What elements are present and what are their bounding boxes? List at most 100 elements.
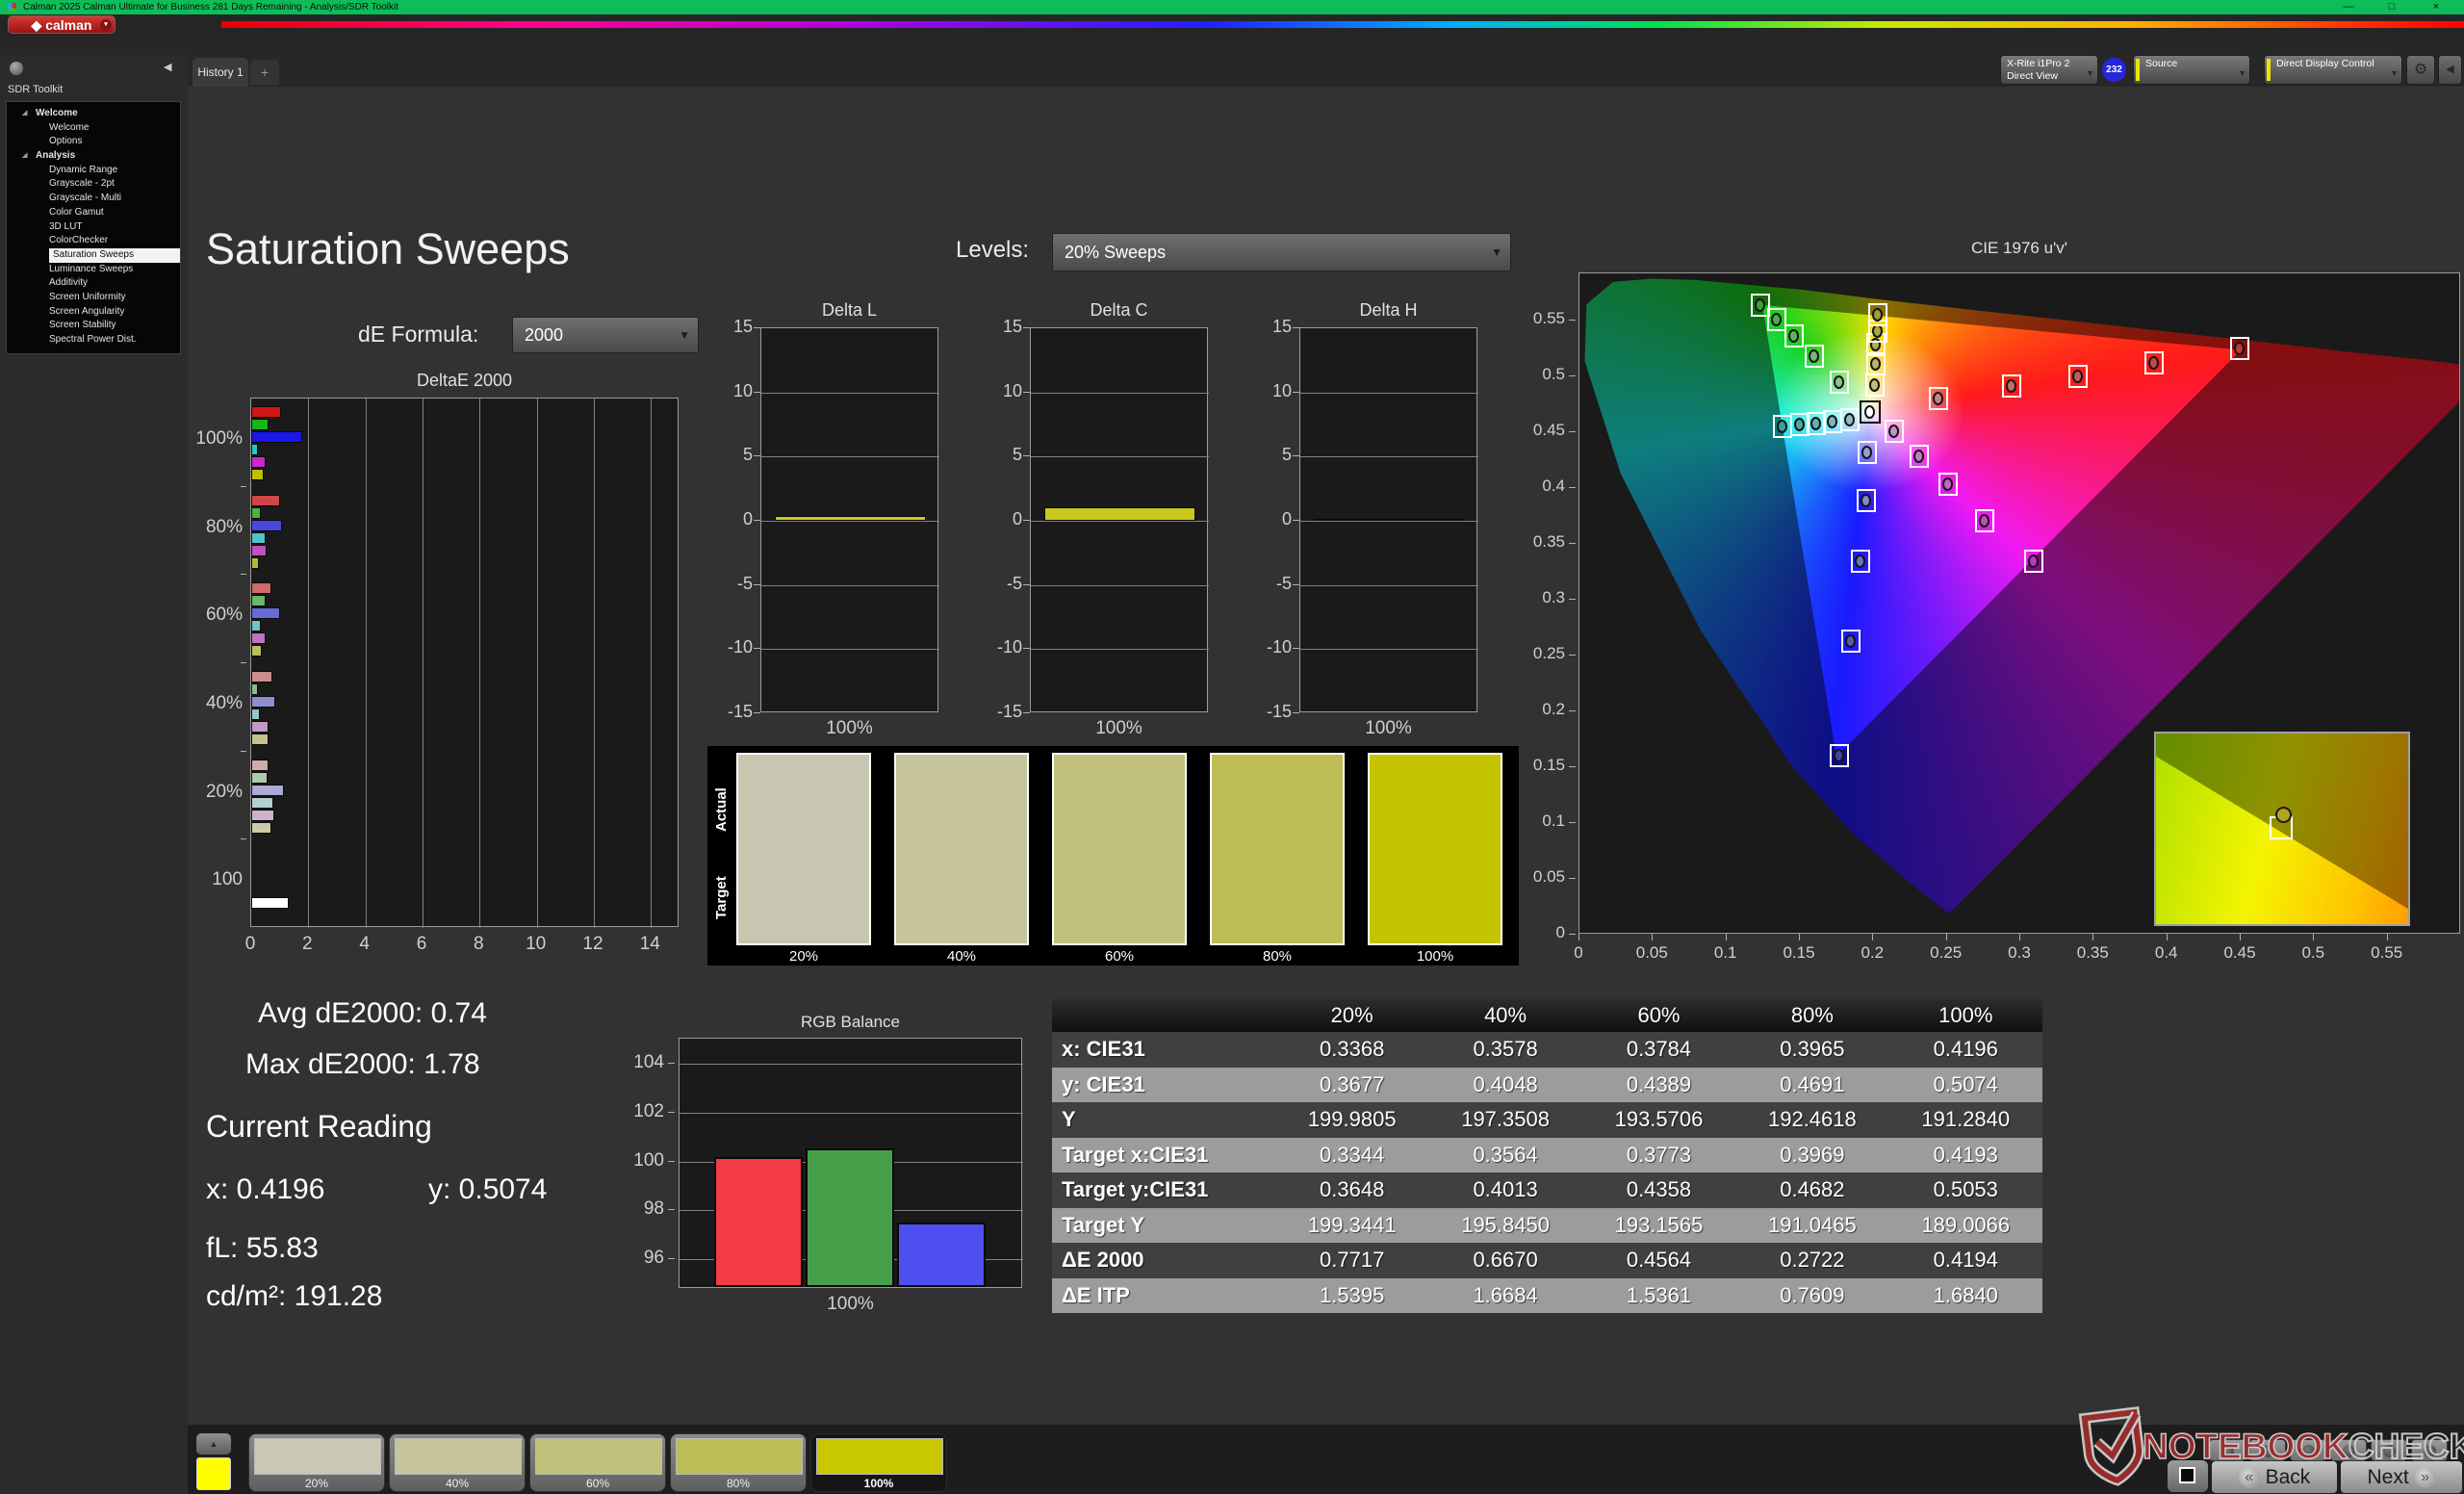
levels-dropdown[interactable]: 20% Sweeps ▼: [1052, 233, 1511, 271]
de-formula-dropdown[interactable]: 2000 ▼: [512, 317, 699, 353]
sidebar-dot-icon[interactable]: [10, 62, 23, 75]
y-tick: [668, 1161, 675, 1162]
x-tick-label: 12: [574, 934, 612, 955]
sidebar-item-grayscale-multi[interactable]: Grayscale - Multi: [7, 192, 180, 206]
y-tick-label: 5: [982, 445, 1022, 465]
cie-point-dot: [1855, 554, 1865, 568]
patch-button-40%[interactable]: 40%: [389, 1433, 526, 1492]
table-cell: 199.3441: [1275, 1213, 1428, 1238]
knob-button-3[interactable]: [2290, 1439, 2326, 1461]
close-button[interactable]: ×: [2422, 0, 2451, 14]
patch-button-100%[interactable]: 100%: [810, 1433, 947, 1492]
table-cell: 0.3965: [1735, 1037, 1888, 1062]
cie-point-dot: [1861, 446, 1872, 459]
reading-fl: fL: 55.83: [206, 1232, 319, 1265]
de-bar-80%-0: [251, 495, 280, 506]
sidebar-item-screen-stability[interactable]: Screen Stability: [7, 319, 180, 333]
gridline: [761, 393, 939, 394]
add-tab-button[interactable]: +: [250, 60, 279, 85]
y-tick-label: 98: [621, 1198, 664, 1220]
sidebar-item-welcome[interactable]: Welcome: [7, 121, 180, 136]
gridline: [537, 399, 538, 928]
y-tick: [241, 838, 246, 839]
table-cell: 0.3677: [1275, 1072, 1428, 1097]
table-cell: 0.4691: [1735, 1072, 1888, 1097]
chevron-left-icon: ◀: [2446, 64, 2453, 75]
y-tick: [1569, 878, 1576, 879]
source-selector[interactable]: Source ▼: [2133, 55, 2250, 85]
sidebar-item-label: Saturation Sweeps: [49, 248, 180, 263]
delta_c-bar: [1044, 507, 1195, 521]
sidebar-item-welcome[interactable]: ◢Welcome: [7, 107, 180, 121]
collapse-panel-button[interactable]: ◀: [2438, 55, 2462, 85]
cie-point-dot: [1794, 418, 1805, 431]
knob-button-2[interactable]: [2249, 1439, 2286, 1461]
knob-button-6[interactable]: [2411, 1439, 2448, 1461]
gridline: [366, 399, 367, 928]
sidebar-item-colorchecker[interactable]: ColorChecker: [7, 234, 180, 248]
table-cell: 0.3773: [1582, 1143, 1735, 1168]
back-button[interactable]: « Back: [2212, 1461, 2337, 1493]
y-tick-label: 0.15: [1512, 756, 1565, 775]
sidebar-item-luminance-sweeps[interactable]: Luminance Sweeps: [7, 263, 180, 277]
meter-name: X-Rite i1Pro 2: [2007, 58, 2082, 70]
patch-button-20%[interactable]: 20%: [248, 1433, 385, 1492]
cie-point-magenta-20: [1885, 420, 1904, 443]
y-tick-label: 0: [1512, 923, 1565, 942]
y-tick: [1569, 766, 1576, 767]
y-tick-label: 100: [621, 1150, 664, 1172]
patch-button-80%[interactable]: 80%: [670, 1433, 807, 1492]
sidebar-item-saturation-sweeps[interactable]: Saturation Sweeps: [7, 248, 180, 263]
sidebar-item-3d-lut[interactable]: 3D LUT: [7, 220, 180, 235]
de-bar-100%-2: [251, 431, 302, 443]
knob-button-1[interactable]: [2209, 1439, 2246, 1461]
patch-button-60%[interactable]: 60%: [529, 1433, 666, 1492]
table-row: x: CIE310.33680.35780.37840.39650.4196: [1052, 1032, 2042, 1068]
de-formula-label: dE Formula:: [358, 322, 478, 348]
knob-button-5[interactable]: [2371, 1439, 2407, 1461]
settings-button[interactable]: ⚙: [2406, 55, 2435, 85]
sidebar-item-spectral-power-dist-[interactable]: Spectral Power Dist.: [7, 333, 180, 348]
restore-button[interactable]: □: [2377, 0, 2406, 14]
cie-point-dot: [1810, 417, 1821, 430]
delta_l-plot: [760, 327, 938, 712]
delta-h-chart: Delta H151050-5-10-15100%: [1251, 300, 1492, 753]
knob-button-4[interactable]: [2330, 1439, 2367, 1461]
sidebar-item-dynamic-range[interactable]: Dynamic Range: [7, 164, 180, 178]
cie-point-dot: [1755, 298, 1765, 312]
calman-logo-button[interactable]: ◆ calman ▾: [8, 15, 116, 34]
table-cell: 0.3969: [1735, 1143, 1888, 1168]
gear-icon: ⚙: [2414, 62, 2427, 78]
sidebar-item-analysis[interactable]: ◢Analysis: [7, 149, 180, 164]
minimize-button[interactable]: —: [2334, 0, 2363, 14]
sidebar-collapse-button[interactable]: ◀: [164, 61, 171, 73]
table-row-label: x: CIE31: [1052, 1037, 1275, 1062]
table-cell: 0.4194: [1889, 1248, 2042, 1273]
sidebar-item-options[interactable]: Options: [7, 135, 180, 149]
meter-selector[interactable]: X-Rite i1Pro 2 Direct View ▼: [2000, 55, 2098, 85]
delta_c-title: Delta C: [1030, 300, 1208, 321]
sidebar-item-grayscale-2pt[interactable]: Grayscale - 2pt: [7, 177, 180, 192]
cie-point-dot: [2072, 370, 2083, 383]
x-tick: [2387, 934, 2388, 940]
next-button[interactable]: Next »: [2341, 1461, 2462, 1493]
cie-point-magenta-80: [1975, 509, 1994, 532]
swatch-panel: Actual Target 20%40%60%80%100%: [707, 746, 1519, 966]
table-cell: 195.8450: [1428, 1213, 1581, 1238]
table-cell: 0.5053: [1889, 1177, 2042, 1202]
rgb-bar-red: [714, 1157, 803, 1287]
sidebar-item-color-gamut[interactable]: Color Gamut: [7, 206, 180, 220]
de-bar-40%-1: [251, 683, 258, 695]
y-tick-label: 10: [1251, 381, 1292, 401]
sidebar-item-additivity[interactable]: Additivity: [7, 276, 180, 291]
display-control-selector[interactable]: Direct Display Control ▼: [2264, 55, 2402, 85]
sidebar-item-screen-uniformity[interactable]: Screen Uniformity: [7, 291, 180, 305]
sidebar-item-screen-angularity[interactable]: Screen Angularity: [7, 305, 180, 320]
stop-icon: [2179, 1467, 2195, 1483]
y-tick-label: 100%: [192, 428, 243, 450]
gridline: [651, 399, 652, 928]
logo-dropdown-icon[interactable]: ▾: [100, 19, 112, 31]
stop-button[interactable]: [2168, 1460, 2208, 1492]
tab-history-1[interactable]: History 1: [192, 58, 248, 87]
cie-white-point: [1860, 400, 1881, 424]
